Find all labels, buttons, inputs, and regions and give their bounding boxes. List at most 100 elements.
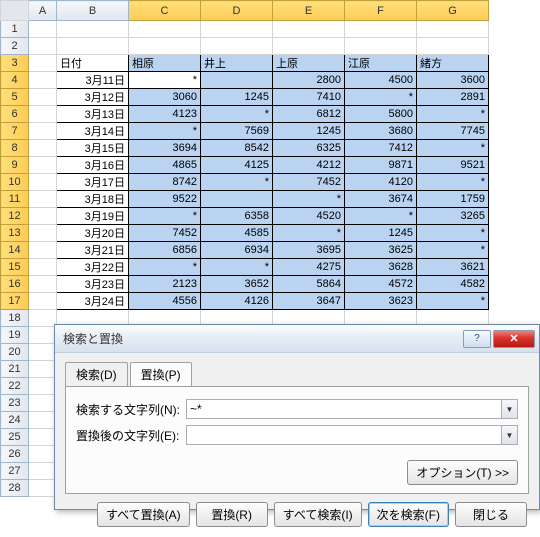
data-cell[interactable]: 3600 bbox=[417, 72, 489, 89]
data-cell[interactable]: 2123 bbox=[129, 276, 201, 293]
row-header-5[interactable]: 5 bbox=[1, 89, 29, 106]
cell[interactable] bbox=[345, 21, 417, 38]
column-header-B[interactable]: B bbox=[57, 1, 129, 21]
cell[interactable] bbox=[29, 72, 57, 89]
data-cell[interactable]: 8742 bbox=[129, 174, 201, 191]
data-cell[interactable]: 5864 bbox=[273, 276, 345, 293]
data-cell[interactable]: 3623 bbox=[345, 293, 417, 310]
data-cell[interactable]: 6812 bbox=[273, 106, 345, 123]
date-cell[interactable]: 3月11日 bbox=[57, 72, 129, 89]
cell[interactable] bbox=[29, 412, 57, 429]
cell[interactable] bbox=[29, 38, 57, 55]
row-header-8[interactable]: 8 bbox=[1, 140, 29, 157]
row-header-2[interactable]: 2 bbox=[1, 38, 29, 55]
cell[interactable] bbox=[29, 174, 57, 191]
column-header-A[interactable]: A bbox=[29, 1, 57, 21]
data-cell[interactable]: * bbox=[273, 191, 345, 208]
date-cell[interactable]: 3月18日 bbox=[57, 191, 129, 208]
data-cell[interactable]: 9521 bbox=[417, 157, 489, 174]
cell[interactable] bbox=[29, 21, 57, 38]
options-button[interactable]: オプション(T) >> bbox=[407, 460, 518, 485]
cell[interactable] bbox=[29, 310, 57, 327]
data-cell[interactable]: * bbox=[417, 106, 489, 123]
column-header-D[interactable]: D bbox=[201, 1, 273, 21]
cell[interactable] bbox=[29, 395, 57, 412]
date-cell[interactable]: 3月20日 bbox=[57, 225, 129, 242]
data-cell[interactable]: 3652 bbox=[201, 276, 273, 293]
data-cell[interactable]: 4520 bbox=[273, 208, 345, 225]
cell[interactable] bbox=[129, 38, 201, 55]
data-cell[interactable]: 6856 bbox=[129, 242, 201, 259]
replace-input[interactable] bbox=[186, 425, 502, 445]
column-header-F[interactable]: F bbox=[345, 1, 417, 21]
data-cell[interactable]: 3060 bbox=[129, 89, 201, 106]
cell[interactable] bbox=[29, 344, 57, 361]
row-header-6[interactable]: 6 bbox=[1, 106, 29, 123]
data-cell[interactable]: 4585 bbox=[201, 225, 273, 242]
row-header-18[interactable]: 18 bbox=[1, 310, 29, 327]
data-cell[interactable]: * bbox=[417, 293, 489, 310]
find-dropdown-button[interactable]: ▼ bbox=[502, 399, 518, 419]
find-input[interactable] bbox=[186, 399, 502, 419]
cell[interactable] bbox=[29, 55, 57, 72]
row-header-10[interactable]: 10 bbox=[1, 174, 29, 191]
data-cell[interactable]: * bbox=[129, 72, 201, 89]
column-header-C[interactable]: C bbox=[129, 1, 201, 21]
data-cell[interactable]: * bbox=[345, 89, 417, 106]
cell[interactable] bbox=[201, 21, 273, 38]
data-cell[interactable]: 4120 bbox=[345, 174, 417, 191]
help-button[interactable]: ? bbox=[463, 330, 491, 348]
cell[interactable] bbox=[29, 259, 57, 276]
row-header-27[interactable]: 27 bbox=[1, 463, 29, 480]
data-cell[interactable]: 4865 bbox=[129, 157, 201, 174]
date-cell[interactable]: 3月14日 bbox=[57, 123, 129, 140]
data-cell[interactable]: 6325 bbox=[273, 140, 345, 157]
data-cell[interactable]: * bbox=[129, 123, 201, 140]
data-cell[interactable]: 6934 bbox=[201, 242, 273, 259]
row-header-24[interactable]: 24 bbox=[1, 412, 29, 429]
data-cell[interactable]: * bbox=[345, 208, 417, 225]
header-d[interactable]: 井上 bbox=[201, 55, 273, 72]
cell[interactable] bbox=[29, 378, 57, 395]
cell[interactable] bbox=[29, 276, 57, 293]
header-c[interactable]: 相原 bbox=[129, 55, 201, 72]
data-cell[interactable]: * bbox=[417, 174, 489, 191]
cell[interactable] bbox=[29, 89, 57, 106]
data-cell[interactable]: * bbox=[129, 259, 201, 276]
date-cell[interactable]: 3月13日 bbox=[57, 106, 129, 123]
data-cell[interactable]: 4556 bbox=[129, 293, 201, 310]
data-cell[interactable]: 3695 bbox=[273, 242, 345, 259]
cell[interactable] bbox=[29, 123, 57, 140]
cell[interactable] bbox=[417, 38, 489, 55]
cell[interactable] bbox=[29, 480, 57, 497]
data-cell[interactable]: 3628 bbox=[345, 259, 417, 276]
date-cell[interactable]: 3月12日 bbox=[57, 89, 129, 106]
dialog-titlebar[interactable]: 検索と置換 ? ✕ bbox=[55, 325, 539, 353]
cell[interactable] bbox=[29, 429, 57, 446]
date-cell[interactable]: 3月15日 bbox=[57, 140, 129, 157]
date-cell[interactable]: 3月16日 bbox=[57, 157, 129, 174]
cell[interactable] bbox=[201, 38, 273, 55]
data-cell[interactable]: 2800 bbox=[273, 72, 345, 89]
row-header-28[interactable]: 28 bbox=[1, 480, 29, 497]
cell[interactable] bbox=[29, 446, 57, 463]
cell[interactable] bbox=[57, 21, 129, 38]
date-cell[interactable]: 3月23日 bbox=[57, 276, 129, 293]
row-header-23[interactable]: 23 bbox=[1, 395, 29, 412]
date-cell[interactable]: 3月17日 bbox=[57, 174, 129, 191]
row-header-4[interactable]: 4 bbox=[1, 72, 29, 89]
data-cell[interactable]: * bbox=[201, 174, 273, 191]
date-cell[interactable]: 3月24日 bbox=[57, 293, 129, 310]
data-cell[interactable]: 1245 bbox=[273, 123, 345, 140]
cell[interactable] bbox=[29, 106, 57, 123]
data-cell[interactable]: 3680 bbox=[345, 123, 417, 140]
data-cell[interactable]: * bbox=[417, 140, 489, 157]
header-date[interactable]: 日付 bbox=[57, 55, 129, 72]
data-cell[interactable]: 3621 bbox=[417, 259, 489, 276]
data-cell[interactable] bbox=[201, 72, 273, 89]
data-cell[interactable]: 8542 bbox=[201, 140, 273, 157]
date-cell[interactable]: 3月22日 bbox=[57, 259, 129, 276]
data-cell[interactable]: 4500 bbox=[345, 72, 417, 89]
data-cell[interactable]: 7412 bbox=[345, 140, 417, 157]
data-cell[interactable]: 4126 bbox=[201, 293, 273, 310]
